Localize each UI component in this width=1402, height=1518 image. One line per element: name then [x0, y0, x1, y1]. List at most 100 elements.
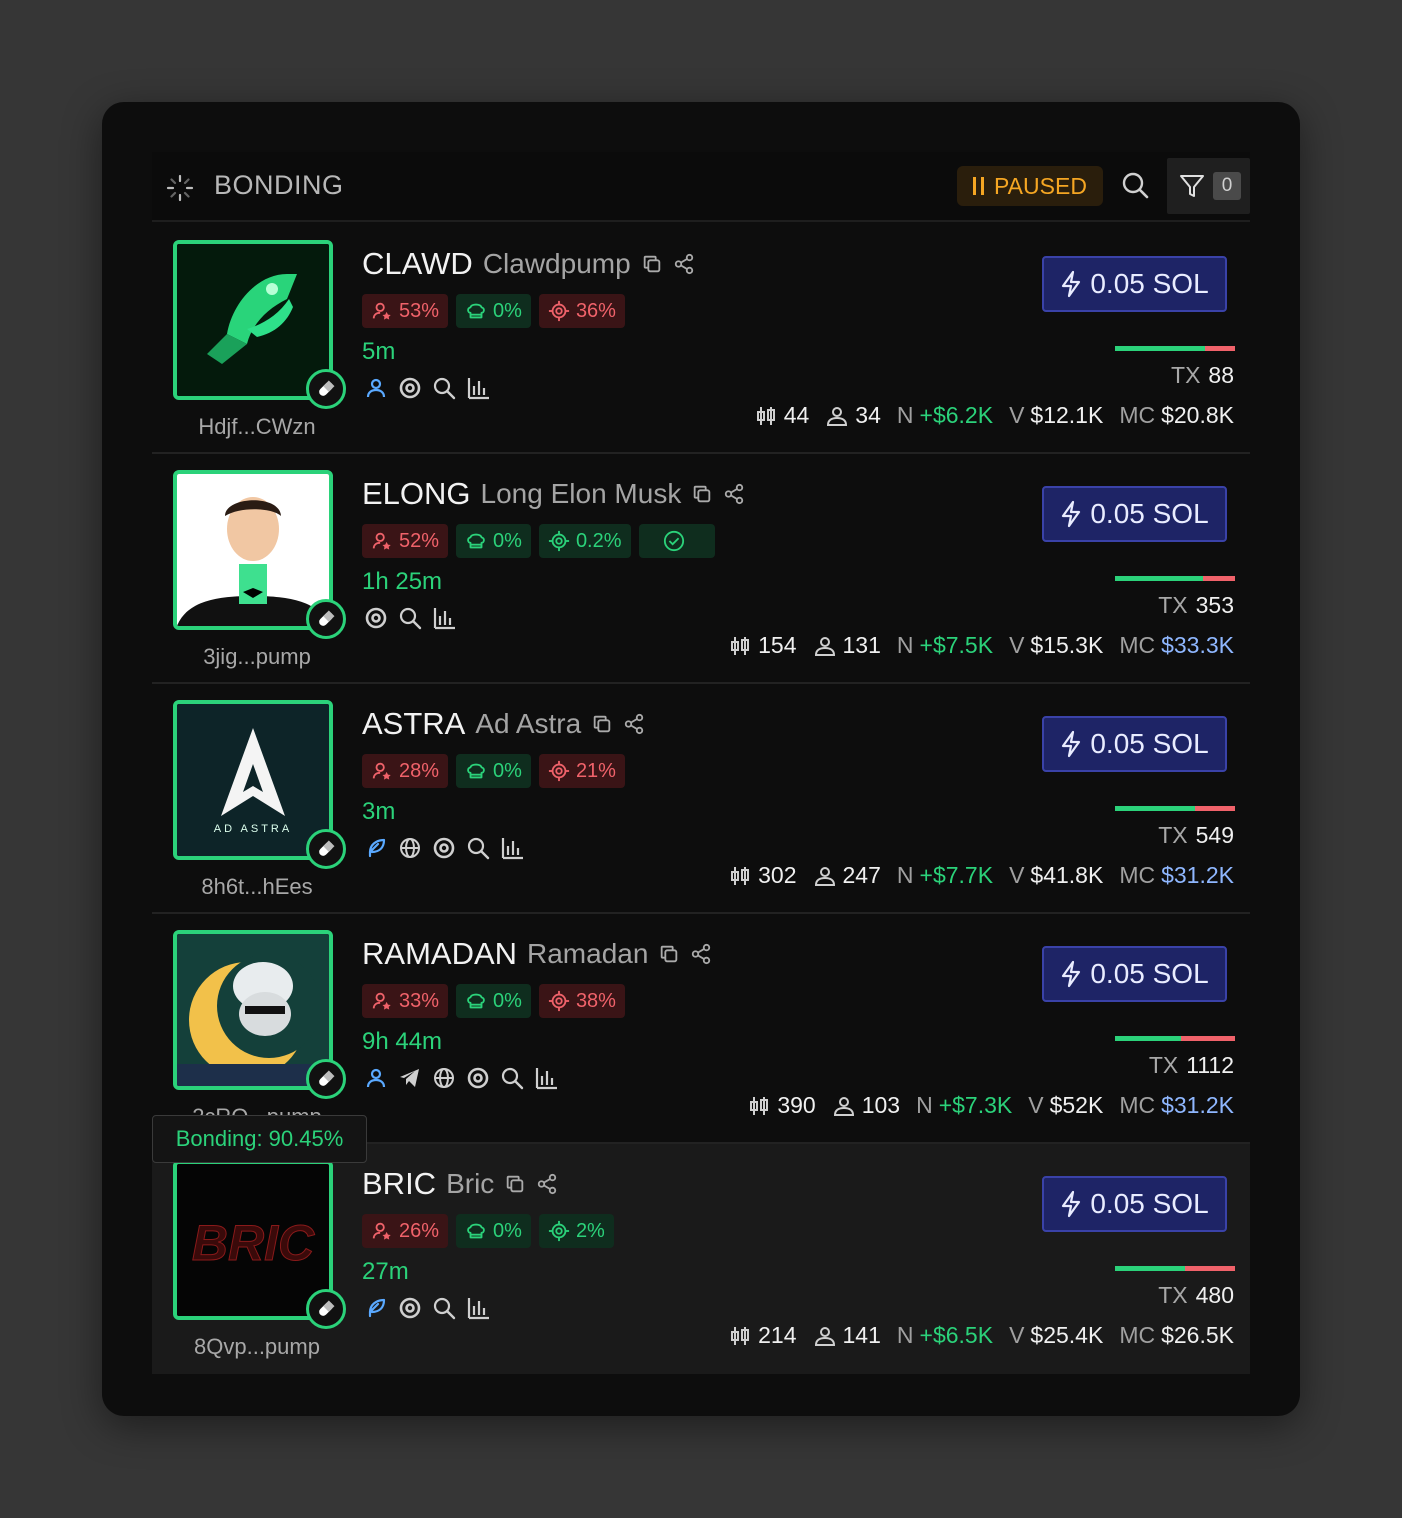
candles-icon — [731, 636, 750, 655]
dev-hat-badge: 0% — [456, 984, 531, 1018]
filter-icon — [1180, 175, 1204, 197]
market-cap-value: $20.8K — [1161, 402, 1234, 428]
copy-icon[interactable] — [641, 253, 663, 275]
holders-icon — [827, 406, 848, 426]
search-icon[interactable] — [398, 606, 422, 630]
badge-value: 0% — [493, 1219, 522, 1242]
chart-icon[interactable] — [466, 376, 490, 400]
share-icon[interactable] — [723, 483, 745, 505]
badge-value: 0% — [493, 759, 522, 782]
net-value: +$6.5K — [919, 1322, 994, 1348]
token-stats: 44 34 N +$6.2K V $12.1K MC $20.8K — [754, 402, 1234, 429]
globe-icon[interactable] — [432, 1066, 456, 1090]
candles-icon — [731, 1326, 750, 1345]
tx-label: TX — [1158, 1282, 1188, 1308]
token-row[interactable]: Hdjf...CWzn CLAWD Clawdpump 53% 0% 36% 5… — [152, 224, 1250, 454]
badge-value: 21% — [575, 759, 616, 782]
badge-value: 0.2% — [575, 529, 622, 552]
at-icon[interactable] — [398, 376, 422, 400]
stat-volume: V $15.3K — [1009, 632, 1103, 659]
tx-label: TX — [1158, 822, 1188, 848]
buy-label: 0.05 SOL — [1090, 268, 1209, 299]
feather-icon[interactable] — [364, 1296, 388, 1320]
target-badge: 36% — [538, 294, 625, 328]
user-icon[interactable] — [364, 1066, 388, 1090]
candles-icon — [750, 1096, 769, 1115]
badge-value: 2% — [575, 1219, 605, 1242]
quick-buy-button[interactable]: 0.05 SOL — [1042, 946, 1227, 1002]
token-row[interactable]: 3jig...pump ELONG Long Elon Musk 52% 0% … — [152, 454, 1250, 684]
tx-value: 549 — [1195, 822, 1234, 848]
at-icon[interactable] — [432, 836, 456, 860]
chart-icon[interactable] — [500, 836, 524, 860]
target-badge: 38% — [538, 984, 625, 1018]
token-badges: 28% 0% 21% — [362, 754, 625, 788]
copy-icon[interactable] — [504, 1173, 526, 1195]
market-cap-value: $33.3K — [1161, 632, 1234, 658]
pause-icon — [973, 177, 985, 195]
tx-count: TX 1112 — [1149, 1052, 1234, 1079]
token-name: Ad Astra — [475, 708, 582, 739]
badge-value: 36% — [575, 299, 616, 322]
stat-holders: 247 — [813, 862, 881, 889]
globe-icon[interactable] — [398, 836, 422, 860]
token-address[interactable]: 3jig...pump — [173, 644, 341, 670]
pump-pill-badge — [306, 369, 346, 409]
chart-icon[interactable] — [466, 1296, 490, 1320]
at-icon[interactable] — [466, 1066, 490, 1090]
chart-icon[interactable] — [534, 1066, 558, 1090]
target-icon — [548, 1220, 570, 1242]
token-stats: 154 131 N +$7.5K V $15.3K MC $33.3K — [728, 632, 1234, 659]
feather-icon[interactable] — [364, 836, 388, 860]
copy-icon[interactable] — [691, 483, 713, 505]
token-row[interactable]: BRIC 8Qvp...pump BRIC Bric 26% 0% 2% 27m… — [152, 1144, 1250, 1374]
token-age: 1h 25m — [362, 568, 443, 595]
quick-buy-button[interactable]: 0.05 SOL — [1042, 1176, 1227, 1232]
user-icon[interactable] — [364, 376, 388, 400]
svg-text:BRIC: BRIC — [192, 1215, 315, 1271]
quick-buy-button[interactable]: 0.05 SOL — [1042, 716, 1227, 772]
search-icon[interactable] — [466, 836, 490, 860]
panel-header: BONDING PAUSED 0 — [152, 152, 1250, 222]
share-icon[interactable] — [623, 713, 645, 735]
search-icon[interactable] — [500, 1066, 524, 1090]
at-icon[interactable] — [398, 1296, 422, 1320]
target-icon — [548, 760, 570, 782]
volume-label: V — [1009, 402, 1025, 428]
tx-label: TX — [1171, 362, 1201, 388]
token-address[interactable]: 8Qvp...pump — [173, 1334, 341, 1360]
search-icon[interactable] — [1120, 170, 1150, 200]
copy-icon[interactable] — [591, 713, 613, 735]
paused-button[interactable]: PAUSED — [957, 166, 1103, 206]
holders-icon — [814, 1326, 835, 1346]
quick-buy-button[interactable]: 0.05 SOL — [1042, 256, 1227, 312]
buy-sell-ratio-bar — [1115, 1266, 1235, 1271]
pump-pill-badge — [306, 829, 346, 869]
search-icon[interactable] — [432, 1296, 456, 1320]
token-address[interactable]: 8h6t...hEes — [173, 874, 341, 900]
chart-icon[interactable] — [432, 606, 456, 630]
copy-icon[interactable] — [658, 943, 680, 965]
filter-button[interactable]: 0 — [1167, 158, 1250, 214]
market-cap-label: MC — [1119, 402, 1156, 428]
share-icon[interactable] — [536, 1173, 558, 1195]
share-icon[interactable] — [673, 253, 695, 275]
search-icon[interactable] — [432, 376, 456, 400]
badge-value: 38% — [575, 989, 616, 1012]
at-icon[interactable] — [364, 606, 388, 630]
telegram-icon[interactable] — [398, 1066, 422, 1090]
svg-text:AD ASTRA: AD ASTRA — [214, 823, 292, 835]
stat-market-cap: MC $20.8K — [1119, 402, 1234, 429]
volume-value: $52K — [1049, 1092, 1104, 1118]
token-address[interactable]: Hdjf...CWzn — [173, 414, 341, 440]
net-value: +$7.3K — [938, 1092, 1013, 1118]
badge-value: 33% — [399, 989, 440, 1012]
share-icon[interactable] — [690, 943, 712, 965]
token-row[interactable]: 2cRQ...pump RAMADAN Ramadan 33% 0% 38% 9… — [152, 914, 1250, 1144]
quick-buy-button[interactable]: 0.05 SOL — [1042, 486, 1227, 542]
token-row[interactable]: AD ASTRA 8h6t...hEes ASTRA Ad Astra 28% … — [152, 684, 1250, 914]
stat-volume: V $25.4K — [1009, 1322, 1103, 1349]
token-name-line: ELONG Long Elon Musk — [362, 476, 745, 512]
badge-value: 0% — [493, 529, 522, 552]
token-socials — [364, 1296, 490, 1320]
